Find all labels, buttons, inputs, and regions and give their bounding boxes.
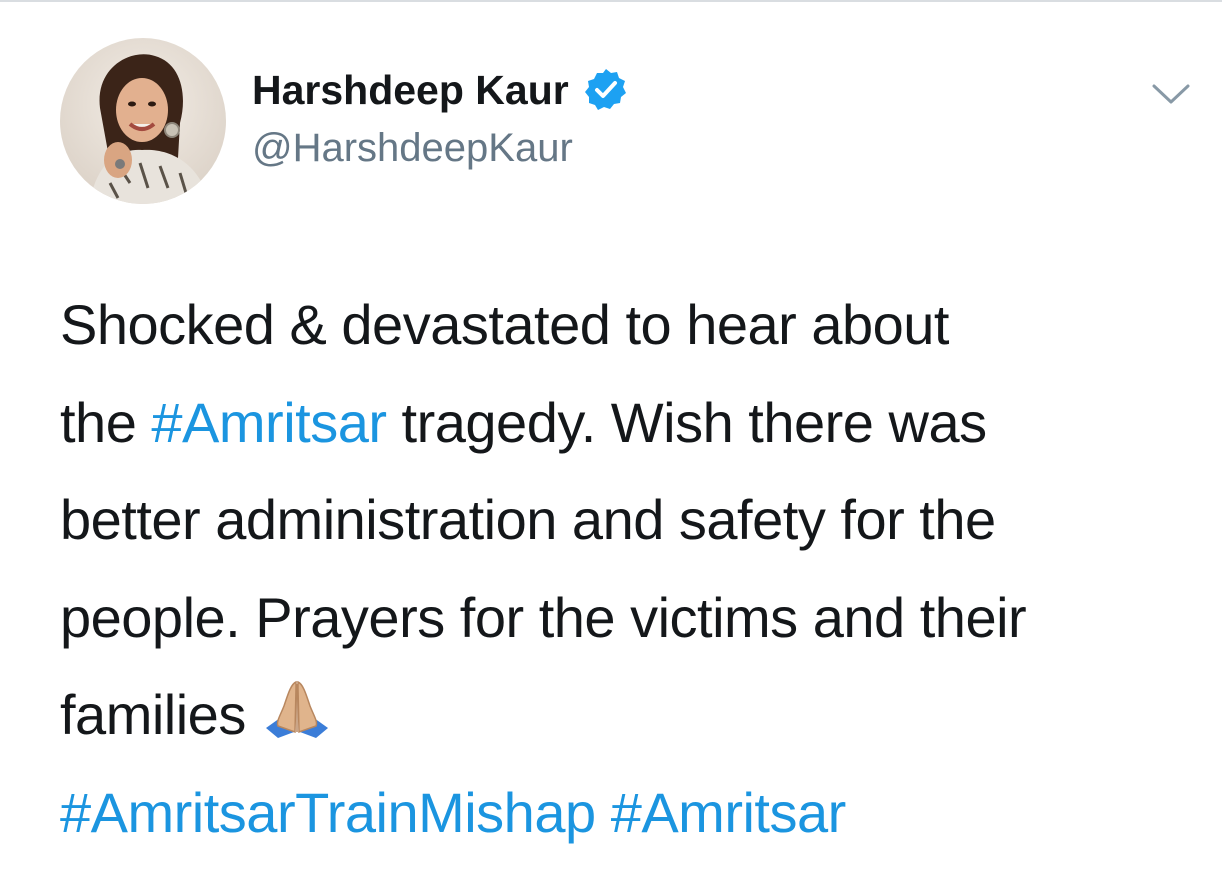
tweet-text: Shocked & devastated to hear about the #… xyxy=(60,276,1190,861)
tweet-text-segment: better administration and safety for the xyxy=(60,488,996,551)
tweet-line: people. Prayers for the victims and thei… xyxy=(60,569,1190,667)
tweet-line: the #Amritsar tragedy. Wish there was xyxy=(60,374,1190,472)
tweet-text-segment: tragedy. Wish there was xyxy=(386,390,988,454)
tweet-line: better administration and safety for the xyxy=(60,471,1190,569)
tweet-text-segment xyxy=(596,781,611,844)
tweet-line: Shocked & devastated to hear about xyxy=(60,276,1190,374)
tweet-card: Harshdeep Kaur @HarshdeepKaur Shocked & … xyxy=(0,0,1222,873)
author-avatar[interactable] xyxy=(60,38,226,204)
author-handle[interactable]: @HarshdeepKaur xyxy=(252,122,573,174)
tweet-text-segment: families xyxy=(60,683,246,746)
avatar-photo xyxy=(60,38,226,204)
hashtag-link-amritsartrainmishap[interactable]: #AmritsarTrainMishap xyxy=(60,781,596,844)
hashtag-link-amritsar[interactable]: #Amritsar xyxy=(151,391,387,454)
hashtag-link-amritsar[interactable]: #Amritsar xyxy=(611,781,847,844)
tweet-text-segment: the xyxy=(60,390,152,454)
author-name[interactable]: Harshdeep Kaur xyxy=(252,62,629,118)
tweet-text-segment: people. Prayers for the victims and thei… xyxy=(60,585,1027,649)
verified-badge-icon xyxy=(583,67,629,113)
author-name-text[interactable]: Harshdeep Kaur xyxy=(252,62,569,118)
chevron-down-icon[interactable] xyxy=(1148,78,1194,110)
tweet-line: families xyxy=(60,666,1190,764)
folded-hands-emoji-icon xyxy=(258,672,336,738)
tweet-line: #AmritsarTrainMishap #Amritsar xyxy=(60,764,1190,862)
tweet-text-segment: Shocked & devastated to hear about xyxy=(60,293,949,356)
